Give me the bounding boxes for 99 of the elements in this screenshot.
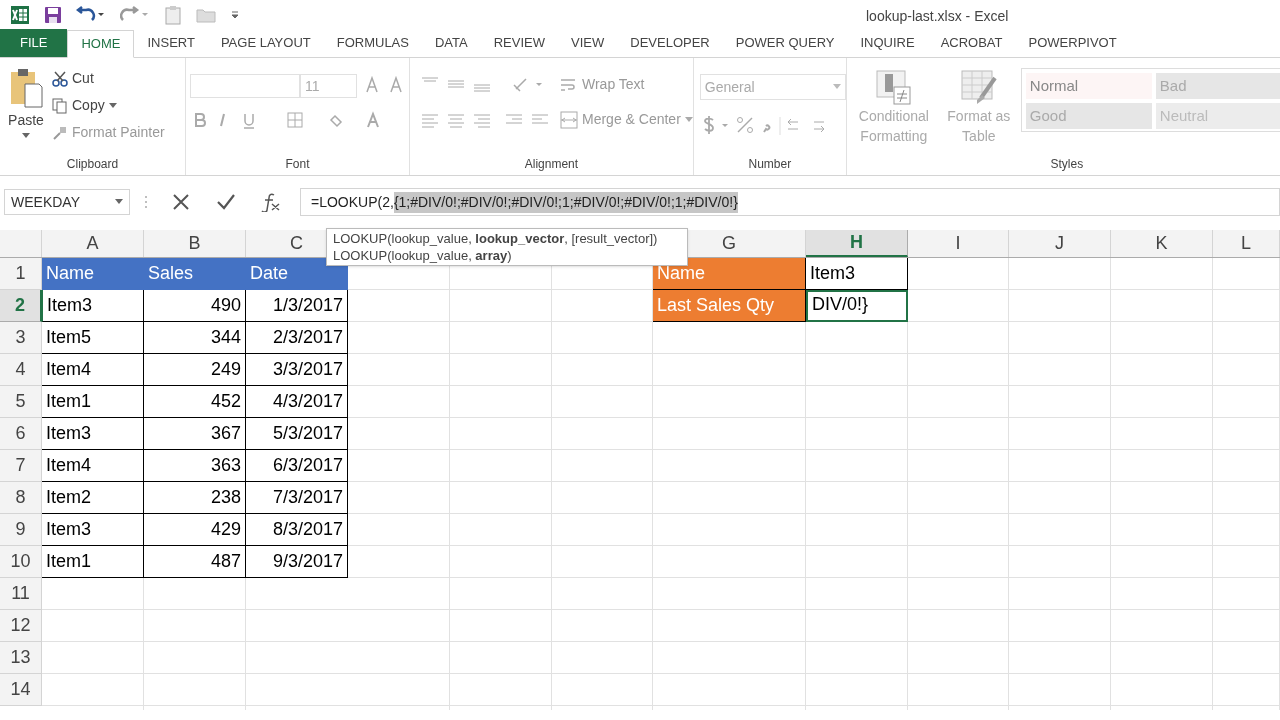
ribbon-tab[interactable]: HOME — [67, 30, 135, 58]
row-header[interactable]: 14 — [0, 674, 42, 706]
copy-icon — [52, 97, 68, 114]
merge-icon — [560, 110, 578, 129]
table-cell[interactable]: 1/3/2017 — [246, 290, 348, 322]
paste-button[interactable]: Paste — [0, 58, 52, 155]
ribbon-tab[interactable]: VIEW — [558, 29, 618, 57]
ribbon-tab[interactable]: FORMULAS — [323, 29, 422, 57]
name-box[interactable]: WEEKDAY — [4, 189, 130, 215]
column-header[interactable]: A — [42, 230, 144, 257]
group-label: Font — [284, 156, 311, 173]
cancel-icon[interactable] — [172, 193, 190, 211]
column-header[interactable]: B — [144, 230, 246, 257]
row-header[interactable]: 12 — [0, 610, 42, 642]
row-header[interactable]: 2 — [0, 290, 42, 322]
caret-icon — [115, 199, 123, 205]
table-cell[interactable]: Item3 — [42, 514, 144, 546]
table-brush-icon — [960, 70, 997, 106]
clipboard-icon[interactable] — [164, 5, 182, 25]
table-cell[interactable]: 4/3/2017 — [246, 386, 348, 418]
table-cell[interactable]: 3/3/2017 — [246, 354, 348, 386]
window-title: lookup-last.xlsx - Excel — [866, 7, 1009, 26]
row-header[interactable]: 8 — [0, 482, 42, 514]
brush-icon — [52, 124, 68, 141]
row-header[interactable]: 6 — [0, 418, 42, 450]
ribbon-tab[interactable]: INQUIRE — [847, 29, 928, 57]
group-label: Alignment — [523, 156, 580, 173]
table-cell[interactable]: Item4 — [42, 450, 144, 482]
table-cell[interactable]: DIV/0!} — [806, 290, 908, 322]
table-cell[interactable]: 9/3/2017 — [246, 546, 348, 578]
ribbon-tab[interactable]: DEVELOPER — [617, 29, 723, 57]
drag-handle-icon — [144, 195, 148, 209]
caret-icon — [22, 133, 30, 139]
table-cell[interactable]: Item3 — [42, 418, 144, 450]
column-header[interactable]: K — [1111, 230, 1213, 257]
table-cell[interactable]: Sales — [144, 258, 246, 290]
insert-function-icon[interactable] — [260, 192, 282, 212]
table-cell[interactable]: Item2 — [42, 482, 144, 514]
table-cell[interactable]: Item3 — [806, 258, 908, 290]
row-header[interactable]: 11 — [0, 578, 42, 610]
copy-button[interactable]: Copy — [52, 95, 165, 116]
ribbon-tab[interactable]: INSERT — [134, 29, 208, 57]
wrap-text-icon — [560, 76, 578, 93]
column-header[interactable]: I — [908, 230, 1009, 257]
table-cell[interactable]: 6/3/2017 — [246, 450, 348, 482]
ribbon-tab[interactable]: ACROBAT — [927, 29, 1016, 57]
table-cell[interactable]: Name — [42, 258, 144, 290]
column-header[interactable]: H — [806, 230, 908, 257]
table-cell[interactable]: 452 — [144, 386, 246, 418]
row-header[interactable]: 7 — [0, 450, 42, 482]
column-header[interactable]: J — [1009, 230, 1111, 257]
customize-caret-icon[interactable] — [230, 10, 240, 20]
table-cell[interactable]: 363 — [144, 450, 246, 482]
formula-input[interactable]: =LOOKUP(2,{1;#DIV/0!;#DIV/0!;#DIV/0!;1;#DIV/0!;#DIV/0!;1;#DIV/0!} — [300, 188, 1280, 216]
enter-check-icon[interactable] — [216, 193, 236, 211]
ribbon-tab[interactable]: DATA — [421, 29, 481, 57]
group-label: Clipboard — [65, 156, 120, 173]
ribbon-tab[interactable]: REVIEW — [480, 29, 558, 57]
caret-icon — [684, 116, 693, 123]
table-cell[interactable]: 249 — [144, 354, 246, 386]
row-header[interactable]: 3 — [0, 322, 42, 354]
row-header[interactable]: 4 — [0, 354, 42, 386]
table-cell[interactable]: Item1 — [42, 386, 144, 418]
row-header[interactable]: 13 — [0, 642, 42, 674]
table-cell[interactable]: 8/3/2017 — [246, 514, 348, 546]
ribbon-tab[interactable]: POWERPIVOT — [1015, 29, 1130, 57]
ribbon-tab[interactable]: POWER QUERY — [722, 29, 848, 57]
group-label: Styles — [1049, 156, 1085, 173]
ribbon-tab[interactable]: PAGE LAYOUT — [207, 29, 324, 57]
table-cell[interactable]: Item5 — [42, 322, 144, 354]
group-label: Number — [747, 156, 793, 173]
table-cell[interactable]: 490 — [144, 290, 246, 322]
clipboard-icon — [9, 68, 43, 108]
row-header[interactable]: 9 — [0, 514, 42, 546]
table-cell[interactable]: 487 — [144, 546, 246, 578]
table-cell[interactable]: Item4 — [42, 354, 144, 386]
folder-icon[interactable] — [196, 7, 216, 23]
row-header[interactable]: 5 — [0, 386, 42, 418]
table-cell[interactable]: Item1 — [42, 546, 144, 578]
row-header[interactable]: 10 — [0, 546, 42, 578]
save-icon[interactable] — [44, 6, 62, 24]
scissors-icon — [52, 70, 68, 87]
font-name-field[interactable] — [190, 74, 300, 98]
cut-button[interactable]: Cut — [52, 68, 165, 89]
table-cell[interactable]: 7/3/2017 — [246, 482, 348, 514]
caret-icon — [832, 84, 841, 90]
table-cell[interactable]: 2/3/2017 — [246, 322, 348, 354]
row-header[interactable]: 1 — [0, 258, 42, 290]
table-cell[interactable]: 344 — [144, 322, 246, 354]
table-cell[interactable]: 238 — [144, 482, 246, 514]
excel-logo-icon — [10, 5, 30, 25]
conditional-formatting-icon — [875, 70, 912, 106]
table-cell[interactable]: 367 — [144, 418, 246, 450]
table-cell[interactable]: 429 — [144, 514, 246, 546]
table-cell[interactable]: 5/3/2017 — [246, 418, 348, 450]
caret-icon — [108, 102, 117, 109]
file-tab[interactable]: FILE — [0, 29, 68, 57]
table-cell[interactable]: Item3 — [42, 290, 144, 322]
column-header[interactable]: L — [1213, 230, 1280, 257]
